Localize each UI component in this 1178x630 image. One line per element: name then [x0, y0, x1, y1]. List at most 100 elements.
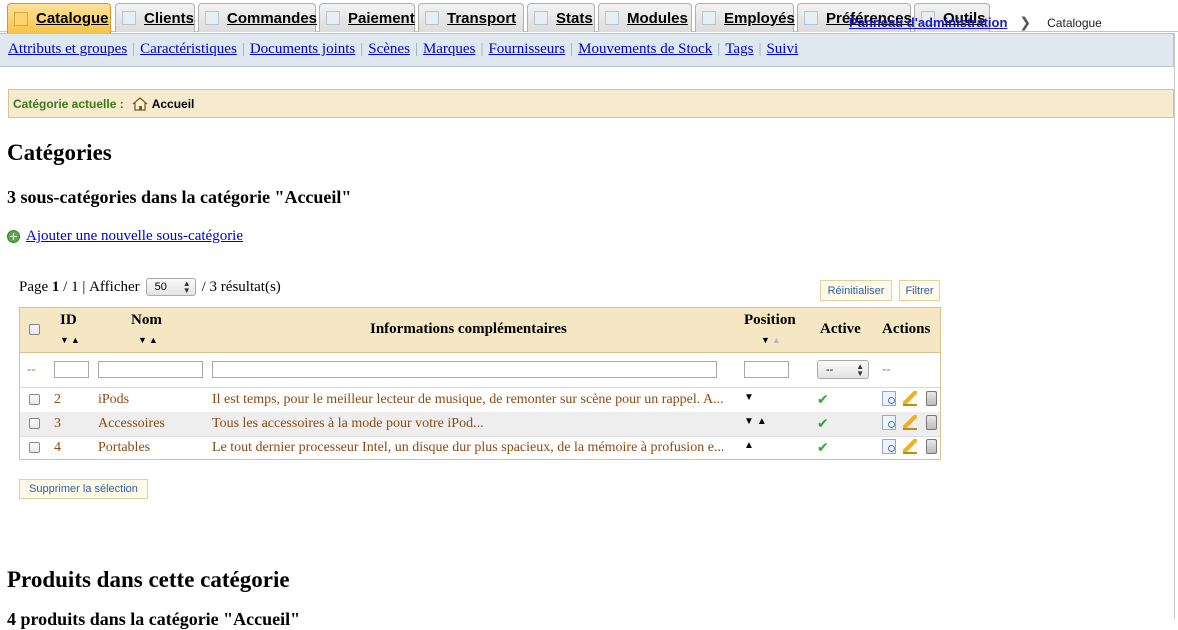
tab-clients[interactable]: Clients [115, 3, 195, 32]
edit-pencil-icon[interactable] [903, 415, 917, 430]
delete-selection-button[interactable]: Supprimer la sélection [19, 479, 148, 499]
divider: | [717, 41, 721, 57]
divider: | [241, 41, 245, 57]
subnav-link-scenes[interactable]: Scènes [368, 41, 410, 57]
tab-modules[interactable]: Modules [598, 3, 692, 32]
filter-name-input[interactable] [98, 361, 203, 378]
divider: | [570, 41, 574, 57]
products-title: Produits dans cette catégorie [7, 567, 290, 592]
row-info: Il est temps, pour le meilleur lecteur d… [212, 392, 724, 407]
current-category-value[interactable]: Accueil [152, 97, 195, 111]
home-icon[interactable] [132, 96, 148, 111]
filter-info-input[interactable] [212, 361, 717, 378]
add-subcategory-link[interactable]: Ajouter une nouvelle sous-catégorie [26, 228, 243, 245]
subnav-link-brands[interactable]: Marques [423, 41, 476, 57]
tab-icon [702, 11, 716, 25]
edit-pencil-icon[interactable] [903, 439, 917, 454]
trash-icon[interactable] [926, 391, 937, 406]
filter-button[interactable]: Filtrer [899, 280, 940, 301]
tab-stats[interactable]: Stats [527, 3, 595, 32]
page-right-border [1174, 33, 1175, 619]
tab-icon [326, 11, 340, 25]
filter-dash: -- [882, 361, 891, 376]
tab-icon [534, 11, 548, 25]
sort-arrows-icon[interactable]: ▼▲ [761, 335, 783, 345]
checkmark-icon[interactable]: ✔ [817, 416, 829, 432]
header-position: Position [744, 312, 796, 328]
subnav-link-attachments[interactable]: Documents joints [250, 41, 355, 57]
results-count: / 3 résultat(s) [201, 278, 281, 295]
row-checkbox[interactable] [29, 418, 40, 429]
tab-paiement[interactable]: Paiement [319, 3, 415, 32]
total-pages: / 1 | [63, 278, 86, 295]
categories-title: Catégories [7, 140, 112, 165]
view-icon[interactable] [882, 391, 896, 406]
products-subtitle: 4 produits dans la catégorie "Accueil" [7, 609, 301, 629]
trash-icon[interactable] [926, 415, 937, 430]
header-id: ID [60, 312, 77, 328]
row-info: Tous les accessoires à la mode pour votr… [212, 416, 484, 431]
edit-pencil-icon[interactable] [903, 391, 917, 406]
header-name: Nom [131, 312, 162, 328]
row-name: Accessoires [98, 416, 165, 431]
header-actions: Actions [882, 321, 931, 337]
position-arrows-icon[interactable]: ▼ [744, 392, 757, 403]
checkmark-icon[interactable]: ✔ [817, 440, 829, 456]
table-row[interactable]: 2 iPods Il est temps, pour le meilleur l… [20, 388, 940, 413]
tab-transport[interactable]: Transport [418, 3, 524, 32]
current-category-label: Catégorie actuelle : [13, 96, 124, 111]
sort-arrows-icon[interactable]: ▼▲ [138, 335, 160, 345]
subnav-link-tags[interactable]: Tags [725, 41, 753, 57]
per-page-select[interactable]: 50 ▲ ▼ [145, 278, 196, 296]
filter-active-value: -- [826, 363, 834, 376]
reset-button[interactable]: Réinitialiser [820, 280, 892, 301]
filter-position-input[interactable] [744, 361, 789, 378]
row-checkbox[interactable] [29, 394, 40, 405]
subnav-link-suppliers[interactable]: Fournisseurs [488, 41, 565, 57]
chevron-right-icon: ❯ [1019, 14, 1032, 30]
trash-icon[interactable] [926, 439, 937, 454]
tab-catalogue[interactable]: Catalogue [7, 3, 111, 33]
subnav-link-stock-movements[interactable]: Mouvements de Stock [578, 41, 712, 57]
breadcrumb-admin-link[interactable]: Panneau d'administration [849, 15, 1007, 30]
subnav-link-tracking[interactable]: Suivi [766, 41, 798, 57]
table-row[interactable]: 4 Portables Le tout dernier processeur I… [20, 436, 940, 460]
breadcrumb-current: Catalogue [1047, 15, 1102, 30]
tab-employes[interactable]: Employés [695, 3, 795, 32]
row-name: iPods [98, 392, 130, 407]
current-category-bar: Catégorie actuelle : Accueil [8, 89, 1174, 118]
tab-commandes[interactable]: Commandes [198, 3, 317, 32]
divider: | [480, 41, 484, 57]
divider: | [414, 41, 418, 57]
row-id: 2 [54, 392, 61, 407]
subnav-link-features[interactable]: Caractéristiques [140, 41, 237, 57]
pagination: Page 1 / 1 | Afficher 50 ▲ ▼ / 3 résultat(… [19, 278, 281, 296]
view-icon[interactable] [882, 439, 896, 454]
add-subcategory: + Ajouter une nouvelle sous-catégorie [7, 228, 243, 245]
view-icon[interactable] [882, 415, 896, 430]
subnav-link-attributes[interactable]: Attributs et groupes [8, 41, 127, 57]
table-header: ID ▼▲ Nom ▼▲ Informations complémentaire… [20, 308, 940, 353]
breadcrumb: Panneau d'administration ❯ Catalogue [849, 14, 1102, 31]
tab-icon [804, 11, 818, 25]
categories-table: ID ▼▲ Nom ▼▲ Informations complémentaire… [19, 307, 941, 460]
table-row[interactable]: 3 Accessoires Tous les accessoires à la … [20, 412, 940, 437]
filter-id-input[interactable] [54, 361, 89, 378]
tab-icon [14, 11, 28, 26]
sort-arrows-icon[interactable]: ▼▲ [60, 335, 82, 345]
select-all-checkbox[interactable] [29, 324, 40, 335]
filter-active-select[interactable]: -- ▲ ▼ [817, 360, 869, 379]
categories-subtitle: 3 sous-catégories dans la catégorie "Acc… [7, 187, 352, 207]
row-checkbox[interactable] [29, 442, 40, 453]
checkmark-icon[interactable]: ✔ [817, 392, 829, 408]
plus-circle-icon[interactable]: + [7, 230, 20, 243]
divider: | [132, 41, 136, 57]
position-arrows-icon[interactable]: ▲ [744, 440, 757, 451]
tab-label: Stats [556, 9, 593, 27]
tab-label: Paiement [348, 9, 415, 27]
header-active: Active [820, 321, 861, 337]
subnav-links: Attributs et groupes | Caractéristiques | Do… [8, 41, 798, 58]
tab-icon [605, 11, 619, 25]
position-arrows-icon[interactable]: ▼▲ [744, 416, 770, 427]
select-arrows-icon: ▲ ▼ [856, 361, 864, 378]
